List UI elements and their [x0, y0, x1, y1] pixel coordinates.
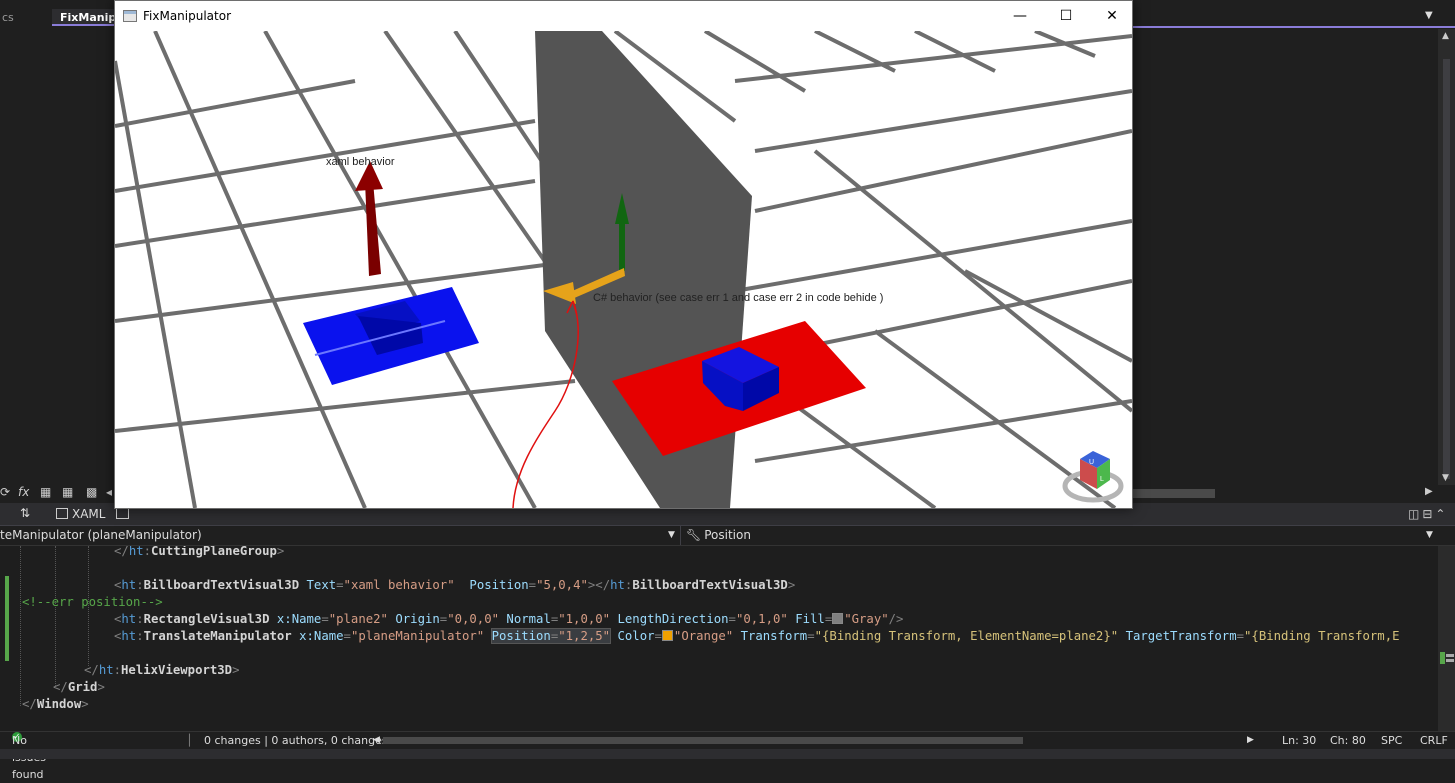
refresh-icon[interactable]: ⟳: [0, 485, 10, 499]
xaml-pane-tab[interactable]: XAML: [56, 507, 105, 521]
code-line: </ht:CuttingPlaneGroup>: [114, 546, 285, 558]
helix-viewport-3d[interactable]: xaml behavior C# behavior (see case err …: [115, 31, 1132, 508]
split-layout-icons[interactable]: ◫⊟⌃: [1408, 507, 1448, 521]
effects-icon[interactable]: fx: [18, 485, 29, 499]
element-selector-value: teManipulator (planeManipulator): [0, 528, 202, 542]
xaml-icon: [56, 508, 68, 519]
editor-horizontal-scrollbar[interactable]: [383, 737, 1023, 744]
changes-label[interactable]: 0 changes | 0 authors, 0 changes: [204, 732, 388, 749]
gray-swatch[interactable]: [832, 613, 844, 624]
window-titlebar[interactable]: FixManipulator — ☐ ✕: [115, 1, 1132, 31]
close-button[interactable]: ✕: [1089, 1, 1135, 31]
designer-vertical-scrollbar[interactable]: ▲ ▼: [1438, 29, 1455, 489]
code-line: <ht:RectangleVisual3D x:Name="plane2" Or…: [114, 612, 904, 626]
fixmanipulator-window[interactable]: FixManipulator — ☐ ✕ xaml behavior C# be…: [114, 0, 1133, 509]
column-number[interactable]: Ch: 80: [1330, 732, 1366, 749]
element-selector-dropdown[interactable]: teManipulator (planeManipulator) ▼: [0, 526, 681, 545]
tab-list-dropdown-icon[interactable]: ▼: [1425, 10, 1433, 21]
swap-panes-icon[interactable]: ⇅: [20, 506, 30, 520]
xaml-code-editor[interactable]: </ht:CuttingPlaneGroup> <ht:BillboardTex…: [0, 546, 1438, 731]
xaml-behavior-label: xaml behavior: [326, 156, 395, 168]
line-number[interactable]: Ln: 30: [1282, 732, 1316, 749]
xaml-tab-label: XAML: [72, 507, 106, 521]
document-tab-cs[interactable]: cs: [0, 9, 54, 27]
scroll-right-icon[interactable]: ▶: [1247, 732, 1254, 749]
window-title: FixManipulator: [143, 9, 232, 23]
bottom-edge: [0, 749, 1455, 759]
scroll-up-icon[interactable]: ▲: [1442, 31, 1449, 41]
whitespace-mode[interactable]: SPC: [1381, 732, 1402, 749]
active-tab-underline: [1133, 26, 1455, 28]
chevron-down-icon[interactable]: ▼: [668, 526, 675, 544]
wrench-icon: 🔧︎: [686, 528, 702, 542]
branch-icon: │: [186, 734, 193, 747]
snap-grid-icon[interactable]: ▦: [62, 485, 73, 499]
scroll-right-icon[interactable]: ▶: [1425, 486, 1433, 497]
code-line: </Window>: [22, 697, 89, 711]
document-tab-fixmanipulator[interactable]: FixManipulator: [52, 9, 154, 26]
line-ending-mode[interactable]: CRLF: [1420, 732, 1448, 749]
svg-text:U: U: [1089, 459, 1094, 466]
indent-guide: [20, 546, 21, 706]
window-app-icon: [123, 10, 137, 22]
property-selector-value: Position: [704, 528, 751, 542]
designer-horizontal-scrollbar[interactable]: ▶: [1133, 485, 1455, 501]
overview-marker: [1440, 652, 1454, 664]
scroll-left-icon[interactable]: ◀: [373, 732, 380, 749]
scrollbar-thumb[interactable]: [1443, 59, 1450, 479]
green-arrow-shaft[interactable]: [619, 221, 625, 271]
code-line-comment: <!--err position-->: [22, 595, 163, 609]
designer-toolbar: ⟳ fx ▦ ▦ ▩ ◂: [0, 485, 114, 503]
orange-swatch[interactable]: [661, 630, 673, 641]
selected-position-attribute[interactable]: Position="1,2,5": [490, 628, 612, 644]
maximize-button[interactable]: ☐: [1043, 1, 1089, 31]
svg-text:L: L: [1100, 476, 1104, 483]
change-marker: [5, 576, 9, 661]
scrollbar-thumb[interactable]: [1133, 489, 1215, 498]
scroll-down-icon[interactable]: ▼: [1442, 473, 1449, 483]
more-icon[interactable]: ◂: [106, 485, 112, 499]
indent-guide: [55, 546, 56, 686]
grid-icon[interactable]: ▦: [40, 485, 51, 499]
property-selector-dropdown[interactable]: 🔧︎ Position ▼: [686, 526, 1455, 545]
chevron-down-icon[interactable]: ▼: [1426, 526, 1433, 544]
code-line: <ht:TranslateManipulator x:Name="planeMa…: [114, 628, 1400, 644]
code-line: <ht:BillboardTextVisual3D Text="xaml beh…: [114, 578, 796, 592]
csharp-behavior-label: C# behavior (see case err 1 and case err…: [593, 292, 883, 304]
minimize-button[interactable]: —: [997, 1, 1043, 31]
code-line: </Grid>: [53, 680, 105, 694]
artboard-icon[interactable]: ▩: [86, 485, 97, 499]
navigation-bar: teManipulator (planeManipulator) ▼ 🔧︎ Pos…: [0, 526, 1455, 546]
editor-vertical-scrollbar[interactable]: [1438, 546, 1455, 731]
status-bar: ✓No issues found │ 0 changes | 0 authors…: [0, 731, 1455, 781]
code-line: </ht:HelixViewport3D>: [84, 663, 240, 677]
